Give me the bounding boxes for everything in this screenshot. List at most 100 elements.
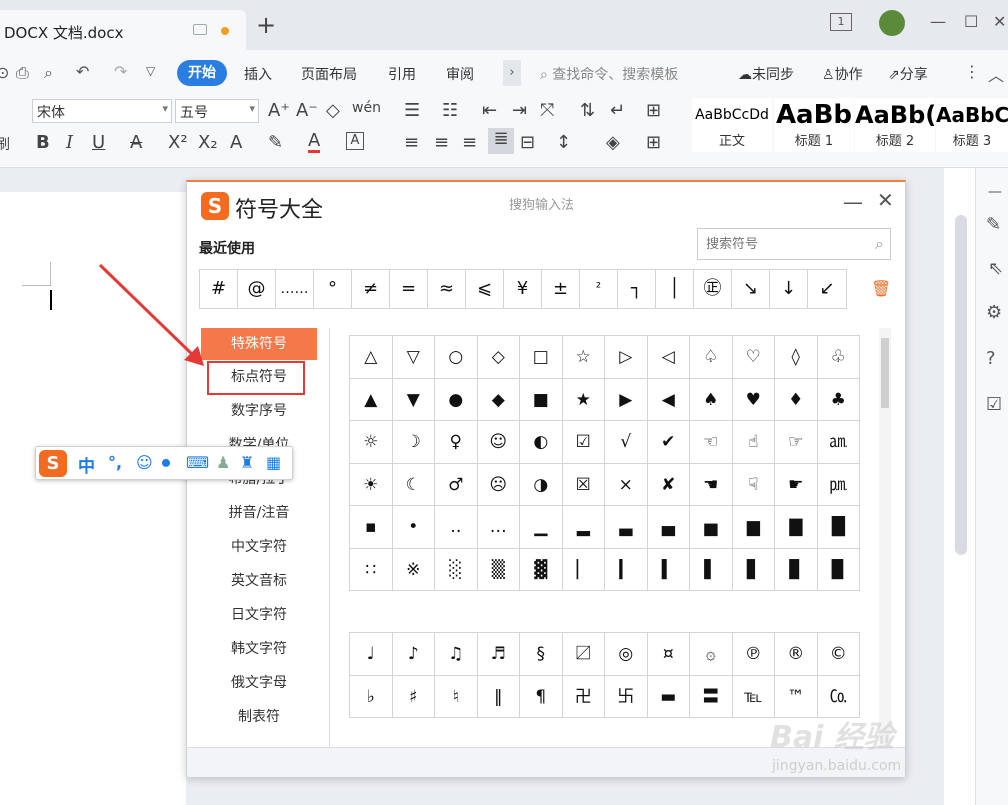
close-window-icon[interactable]: ✕ xyxy=(993,12,1006,31)
decrease-indent-icon[interactable]: ⇤ xyxy=(482,100,497,121)
recent-symbol[interactable]: ± xyxy=(542,270,580,308)
print-preview-icon[interactable]: ⌕ xyxy=(44,63,53,83)
recent-symbol[interactable]: …… xyxy=(276,270,314,308)
superscript-icon[interactable]: X² xyxy=(168,132,188,153)
symbol-cell[interactable]: ☆ xyxy=(562,336,605,379)
style-heading-2[interactable]: AaBb( 标题 2 xyxy=(855,98,935,152)
symbol-cell[interactable]: ☞ xyxy=(775,421,818,464)
borders-icon[interactable]: ⊞ xyxy=(646,132,661,153)
document-page[interactable] xyxy=(0,192,186,805)
symbol-cell[interactable]: ◇ xyxy=(477,336,520,379)
shading-icon[interactable]: ◈ xyxy=(606,132,620,153)
category-english-phonetic[interactable]: 英文音标 xyxy=(201,566,317,600)
undo-icon[interactable]: ↶ xyxy=(76,62,89,81)
symbol-cell[interactable]: ◎ xyxy=(605,633,648,676)
symbol-cell[interactable]: ☚ xyxy=(690,463,733,506)
symbol-cell[interactable]: ○ xyxy=(435,336,478,379)
symbol-cell[interactable]: ▏ xyxy=(562,548,605,591)
symbol-cell[interactable]: ☹ xyxy=(477,463,520,506)
increase-indent-icon[interactable]: ⇥ xyxy=(512,100,527,121)
font-size-select[interactable]: 五号 xyxy=(175,99,259,123)
symbol-cell[interactable]: ▌ xyxy=(690,548,733,591)
recent-symbol[interactable]: ⩽ xyxy=(466,270,504,308)
symbol-cell[interactable]: ♀ xyxy=(435,421,478,464)
symbol-cell[interactable]: ¤ xyxy=(647,633,690,676)
symbol-cell[interactable]: ☟ xyxy=(732,463,775,506)
scroll-thumb[interactable] xyxy=(881,338,889,408)
symbol-cell[interactable]: ▪ xyxy=(350,506,393,549)
show-marks-icon[interactable]: ↵ xyxy=(610,100,625,121)
font-name-select[interactable]: 宋体 xyxy=(32,99,172,123)
recent-symbol[interactable]: # xyxy=(200,270,238,308)
symbol-cell[interactable]: ♥ xyxy=(732,378,775,421)
symbol-cell[interactable]: ※ xyxy=(392,548,435,591)
symbol-search-input[interactable]: ⌕ xyxy=(697,228,891,260)
skin-icon[interactable]: ♜ xyxy=(240,453,254,472)
symbol-cell[interactable]: ♦ xyxy=(775,378,818,421)
sort-icon[interactable]: ⇅ xyxy=(580,100,595,121)
tab-review[interactable]: 审阅 xyxy=(446,64,474,84)
symbol-cell[interactable]: 〓 xyxy=(690,675,733,718)
monitor-icon[interactable] xyxy=(193,24,207,35)
ime-punct-mode[interactable]: °, xyxy=(108,453,122,472)
symbol-cell[interactable]: ▎ xyxy=(605,548,648,591)
search-icon[interactable]: ⌕ xyxy=(875,234,884,254)
symbol-cell[interactable]: □ xyxy=(520,336,563,379)
clear-format-icon[interactable]: ◇ xyxy=(326,100,340,121)
category-japanese[interactable]: 日文字符 xyxy=(201,600,317,634)
symbol-cell[interactable]: ■ xyxy=(520,378,563,421)
save-icon[interactable]: ⊙ xyxy=(0,63,9,82)
symbol-cell[interactable]: ◊ xyxy=(775,336,818,379)
symbol-cell[interactable]: ☑ xyxy=(562,421,605,464)
symbol-cell[interactable]: ● xyxy=(435,378,478,421)
recent-symbol[interactable]: ° xyxy=(314,270,352,308)
recent-symbol[interactable]: │ xyxy=(656,270,694,308)
style-heading-3[interactable]: AaBbC 标题 3 xyxy=(936,98,1008,152)
symbol-cell[interactable]: ▽ xyxy=(392,336,435,379)
symbol-cell[interactable]: ◁ xyxy=(647,336,690,379)
symbol-cell[interactable]: ▷ xyxy=(605,336,648,379)
category-korean[interactable]: 韩文字符 xyxy=(201,634,317,668)
phonetic-guide-icon[interactable]: wén xyxy=(352,100,381,116)
edit-icon[interactable]: ✎ xyxy=(986,214,1001,235)
grow-font-icon[interactable]: A⁺ xyxy=(268,100,290,121)
recent-symbol[interactable]: ㊣ xyxy=(694,270,732,308)
symbol-cell[interactable]: ▆ xyxy=(732,506,775,549)
category-box-drawing[interactable]: 制表符 xyxy=(201,702,317,736)
symbol-cell[interactable]: ▼ xyxy=(392,378,435,421)
symbol-cell[interactable]: ✔ xyxy=(647,421,690,464)
recent-symbol[interactable]: ↘ xyxy=(732,270,770,308)
char-border-icon[interactable]: A xyxy=(346,132,364,150)
symbol-cell[interactable]: ‖ xyxy=(477,675,520,718)
bold-icon[interactable]: B xyxy=(36,132,50,153)
symbol-cell[interactable]: ♤ xyxy=(690,336,733,379)
symbol-cell[interactable]: ▍ xyxy=(647,548,690,591)
symbol-cell[interactable]: ▃ xyxy=(605,506,648,549)
symbol-cell[interactable]: ☼ xyxy=(350,421,393,464)
category-number-sequence[interactable]: 数字序号 xyxy=(201,396,317,430)
symbol-cell[interactable]: ▉ xyxy=(817,548,860,591)
symbol-cell[interactable]: ♧ xyxy=(817,336,860,379)
symbol-cell[interactable]: ▁ xyxy=(520,506,563,549)
tabs-more-chevron-icon[interactable]: › xyxy=(503,60,521,86)
symbol-cell[interactable]: ▓ xyxy=(520,548,563,591)
symbol-cell[interactable]: ▇ xyxy=(775,506,818,549)
toolbox-grid-icon[interactable]: ▦ xyxy=(266,453,281,472)
symbol-cell[interactable]: © xyxy=(817,633,860,676)
redo-icon[interactable]: ↷ xyxy=(114,62,127,81)
page-indicator[interactable]: 1 xyxy=(830,13,852,31)
symbol-cell[interactable]: ▬ xyxy=(647,675,690,718)
more-options-icon[interactable]: ⋮ xyxy=(964,62,980,81)
sync-status[interactable]: ☁未同步 xyxy=(738,64,794,84)
symbol-cell[interactable]: ¶ xyxy=(520,675,563,718)
task-icon[interactable]: ☑ xyxy=(986,394,1002,415)
symbol-cell[interactable]: ◆ xyxy=(477,378,520,421)
symbol-cell[interactable]: ▶ xyxy=(605,378,648,421)
symbol-cell[interactable]: ㏂ xyxy=(817,421,860,464)
symbol-cell[interactable]: ◐ xyxy=(520,421,563,464)
ime-toolbar[interactable]: S 中 °, ☺ ⏺ ⌨ ♟ ♜ ▦ xyxy=(35,446,293,480)
tab-stops-icon[interactable]: ⊞ xyxy=(646,100,661,121)
recent-symbol[interactable]: = xyxy=(390,270,428,308)
style-heading-1[interactable]: AaBb 标题 1 xyxy=(774,98,854,152)
strikethrough-icon[interactable]: A xyxy=(130,132,142,153)
